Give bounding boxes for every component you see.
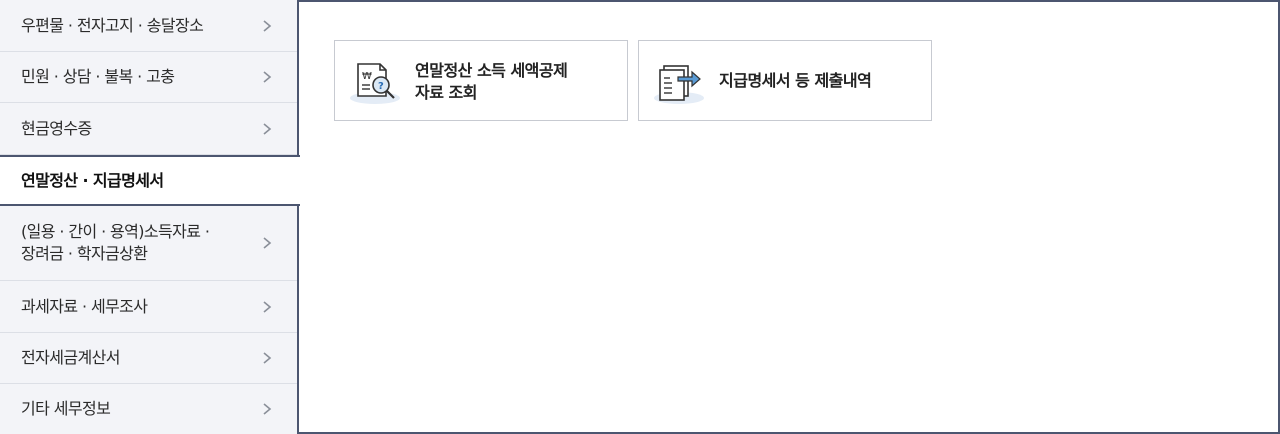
- sidebar-item-label: (일용 · 간이 · 용역)소득자료 · 장려금 · 학자금상환: [21, 222, 210, 263]
- svg-text:₩: ₩: [362, 71, 372, 82]
- content-border: [297, 206, 299, 434]
- card-label: 연말정산 소득 세액공제 자료 조회: [415, 61, 568, 102]
- card-label: 지급명세서 등 제출내역: [719, 71, 872, 90]
- sidebar-item-label: 민원 · 상담 · 불복 · 고충: [21, 67, 175, 86]
- content-border: [297, 0, 299, 155]
- chevron-right-icon: [263, 300, 272, 313]
- sidebar-item-label: 우편물 · 전자고지 · 송달장소: [21, 15, 204, 35]
- sidebar-item-other-tax-info[interactable]: 기타 세무정보: [0, 384, 298, 434]
- document-submit-icon: [654, 65, 704, 104]
- sidebar-item-year-end-settlement[interactable]: 연말정산 · 지급명세서: [0, 155, 300, 206]
- sidebar-item-label: 기타 세무정보: [21, 399, 111, 418]
- chevron-right-icon: [263, 19, 272, 32]
- content-panel: ₩ ? 연말정산 소득 세액공제 자료 조회 지급명세서 등 제출내역: [298, 0, 1280, 434]
- sidebar-item-label: 연말정산 · 지급명세서: [21, 170, 164, 190]
- year-end-deduction-lookup-card[interactable]: ₩ ? 연말정산 소득 세액공제 자료 조회: [334, 40, 628, 121]
- sidebar-item-mail-notice[interactable]: 우편물 · 전자고지 · 송달장소: [0, 0, 298, 52]
- submission-history-card[interactable]: 지급명세서 등 제출내역: [638, 40, 932, 121]
- sidebar-item-cash-receipt[interactable]: 현금영수증: [0, 103, 298, 155]
- sidebar-item-tax-audit[interactable]: 과세자료 · 세무조사: [0, 281, 298, 333]
- sidebar-item-e-tax-invoice[interactable]: 전자세금계산서: [0, 333, 298, 384]
- chevron-right-icon: [263, 403, 272, 415]
- chevron-right-icon: [263, 352, 272, 364]
- sidebar-item-label: 과세자료 · 세무조사: [21, 296, 148, 316]
- document-search-icon: ₩ ?: [350, 63, 400, 104]
- sidebar-item-label: 현금영수증: [21, 118, 92, 138]
- sidebar-item-civil-complaint[interactable]: 민원 · 상담 · 불복 · 고충: [0, 52, 298, 103]
- chevron-right-icon: [263, 71, 272, 83]
- sidebar-menu: 우편물 · 전자고지 · 송달장소 민원 · 상담 · 불복 · 고충 현금영수…: [0, 0, 300, 434]
- chevron-right-icon: [263, 122, 272, 135]
- sidebar-item-income-data[interactable]: (일용 · 간이 · 용역)소득자료 · 장려금 · 학자금상환: [0, 206, 298, 281]
- chevron-right-icon: [263, 237, 272, 249]
- sidebar-item-label: 전자세금계산서: [21, 348, 120, 367]
- svg-text:?: ?: [378, 81, 384, 92]
